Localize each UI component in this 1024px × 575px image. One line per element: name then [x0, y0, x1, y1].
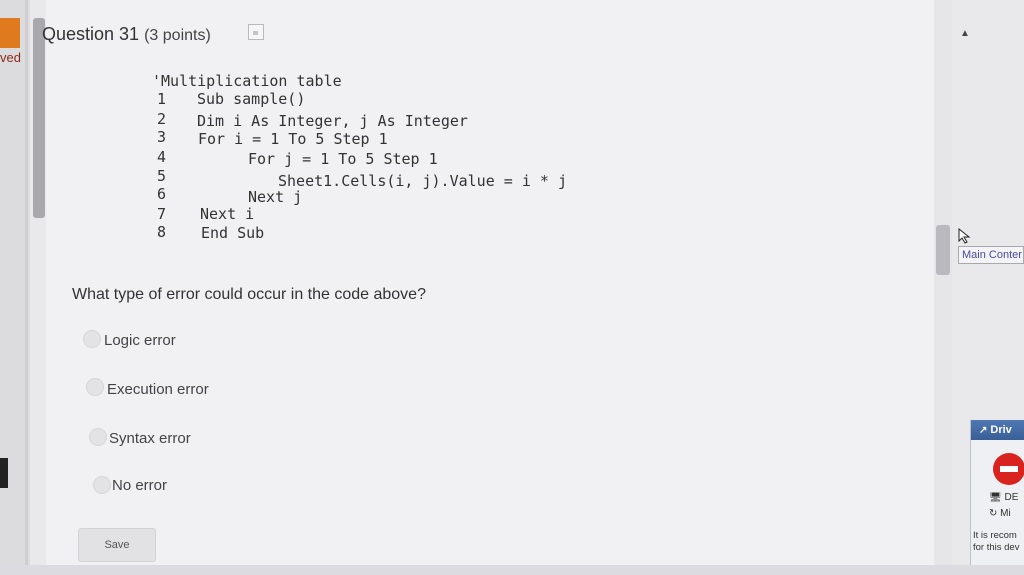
code-line-number: 3	[156, 128, 166, 146]
drive-note: It is recom for this dev	[973, 530, 1020, 553]
option-radio-no-error[interactable]	[93, 476, 111, 494]
code-comment: 'Multiplication table	[152, 72, 342, 90]
question-number: Question 31	[42, 24, 140, 44]
left-scrollbar-thumb[interactable]	[33, 18, 45, 218]
question-points: (3 points)	[144, 27, 211, 44]
main-content-link[interactable]: Main Conter	[958, 246, 1024, 264]
scroll-up-icon[interactable]: ▲	[960, 28, 970, 39]
drive-item[interactable]: 🖥 DE	[989, 492, 1018, 503]
drive-title: Driv	[990, 424, 1012, 436]
code-line-number: 4	[156, 148, 166, 166]
right-scrollbar[interactable]	[934, 0, 952, 575]
code-line: For j = 1 To 5 Step 1	[248, 150, 438, 168]
option-label[interactable]: Execution error	[107, 381, 209, 398]
mouse-pointer-icon	[958, 228, 971, 244]
left-divider	[25, 0, 28, 575]
computer-icon: 🖥	[989, 492, 1002, 503]
option-radio-execution[interactable]	[86, 378, 104, 396]
code-line: End Sub	[201, 224, 265, 242]
code-line: Next i	[200, 205, 255, 223]
option-radio-syntax[interactable]	[89, 428, 107, 446]
code-line: Dim i As Integer, j As Integer	[197, 112, 468, 130]
code-line-number: 7	[156, 205, 166, 223]
code-line-number: 2	[156, 110, 166, 128]
code-line: For i = 1 To 5 Step 1	[198, 130, 388, 148]
stop-icon	[993, 453, 1024, 485]
option-label[interactable]: No error	[112, 477, 167, 494]
code-line-number: 8	[156, 223, 166, 241]
code-line-number: 5	[156, 167, 166, 185]
question-prompt: What type of error could occur in the co…	[72, 286, 426, 303]
sidebar-partial-label: ved	[0, 50, 21, 65]
drive-header[interactable]: ↗ Driv	[971, 420, 1024, 440]
sidebar-accent	[0, 18, 20, 48]
question-title: Question 31 (3 points)	[42, 24, 211, 45]
sidebar-tab[interactable]	[0, 458, 8, 488]
option-label[interactable]: Syntax error	[109, 430, 191, 447]
floppy-disk-icon[interactable]	[248, 24, 264, 40]
drive-item[interactable]: ↻ Mi	[989, 508, 1011, 519]
code-line: Sub sample()	[197, 90, 306, 108]
right-scrollbar-thumb[interactable]	[936, 225, 950, 275]
bottom-edge	[0, 565, 1024, 575]
option-label[interactable]: Logic error	[104, 332, 176, 349]
code-line-number: 1	[156, 90, 166, 108]
drive-notification-panel: ↗ Driv 🖥 DE ↻ Mi It is recom for this dev	[970, 420, 1024, 575]
code-line: Next j	[248, 188, 303, 206]
expand-arrow-icon: ↗	[979, 425, 988, 436]
option-radio-logic[interactable]	[83, 330, 101, 348]
code-line: Sheet1.Cells(i, j).Value = i * j	[278, 172, 567, 190]
save-button[interactable]: Save	[78, 528, 156, 562]
code-line-number: 6	[156, 185, 166, 203]
refresh-icon: ↻	[989, 508, 998, 519]
